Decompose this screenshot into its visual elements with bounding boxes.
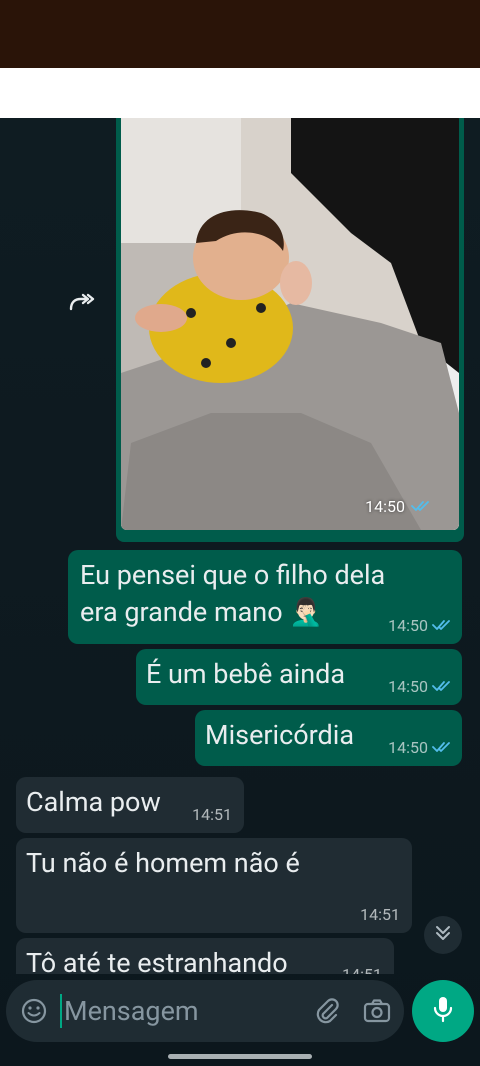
- text-cursor: [60, 994, 62, 1028]
- message-meta: 14:51: [192, 804, 232, 824]
- message-outgoing[interactable]: É um bebê ainda 14:50: [136, 649, 462, 705]
- message-meta: 14:50: [388, 615, 452, 636]
- camera-icon[interactable]: [362, 996, 392, 1030]
- voice-message-button[interactable]: [412, 980, 474, 1042]
- image-message[interactable]: 14:50: [116, 118, 464, 542]
- message-time: 14:50: [365, 497, 431, 516]
- chat-area[interactable]: 14:50 Eu pensei que o filho dela era gra…: [0, 118, 480, 1066]
- emoji-icon[interactable]: [20, 997, 48, 1029]
- message-text: Tô até te estranhando: [26, 947, 288, 979]
- message-text: era grande mano 🤦🏻‍♂️: [80, 596, 323, 628]
- message-text: Tu não é homem não é: [26, 847, 300, 879]
- forward-icon: [68, 292, 96, 316]
- message-meta: 14:51: [360, 904, 400, 924]
- status-bar-area: [0, 0, 480, 68]
- message-text: É um bebê ainda: [146, 658, 346, 690]
- message-input[interactable]: Mensagem: [64, 995, 199, 1027]
- double-check-icon: [411, 497, 431, 516]
- message-outgoing[interactable]: Eu pensei que o filho dela era grande ma…: [68, 550, 462, 644]
- photo[interactable]: 14:50: [121, 118, 459, 530]
- message-text: Misericórdia: [205, 719, 355, 751]
- double-check-icon: [432, 615, 452, 636]
- message-text: Calma pow: [26, 786, 161, 818]
- message-text: Eu pensei que o filho dela: [80, 559, 386, 591]
- home-indicator: [168, 1054, 312, 1059]
- double-check-icon: [432, 676, 452, 697]
- forward-button[interactable]: [64, 286, 100, 322]
- message-meta: 14:50: [388, 737, 452, 758]
- double-check-icon: [432, 737, 452, 758]
- chevron-double-down-icon: [434, 924, 452, 946]
- paperclip-icon[interactable]: [312, 996, 342, 1030]
- message-meta: 14:50: [388, 676, 452, 697]
- header-bar: [0, 68, 480, 118]
- message-outgoing[interactable]: Misericórdia 14:50: [195, 710, 462, 766]
- microphone-icon: [430, 994, 456, 1028]
- message-composer[interactable]: Mensagem: [6, 980, 404, 1042]
- photo-illustration: [121, 118, 459, 530]
- message-incoming[interactable]: Tu não é homem não é 14:51: [16, 838, 412, 933]
- scroll-to-bottom-button[interactable]: [424, 916, 462, 954]
- message-incoming[interactable]: Calma pow 14:51: [16, 777, 244, 833]
